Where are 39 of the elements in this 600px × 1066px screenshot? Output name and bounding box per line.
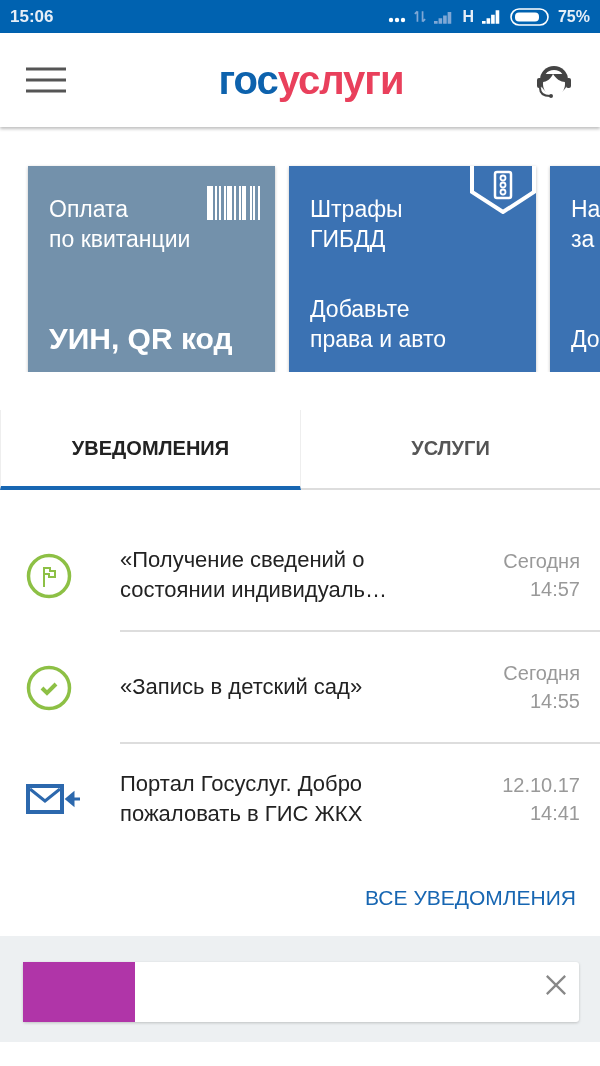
clock: 15:06 <box>10 6 54 27</box>
notification-item[interactable]: «Запись в детский сад» Сегодня 14:55 <box>0 632 600 744</box>
notification-date: Сегодня <box>503 661 580 686</box>
notification-text: Портал Госуслуг. Добро пожаловать в ГИС ЖКХ <box>120 770 364 828</box>
service-card[interactable]: Штрафы ГИБДД Добавьте права и авто <box>289 166 536 372</box>
data-arrows-icon <box>414 9 427 24</box>
notification-text: «Получение сведений о состоянии индивидуаль… <box>120 546 388 604</box>
tab[interactable]: УВЕДОМЛЕНИЯ <box>0 410 301 490</box>
notification-text: «Запись в детский сад» <box>120 673 364 701</box>
card-subtitle: УИН, QR код <box>49 324 233 354</box>
battery-percent: 75% <box>557 7 590 26</box>
service-card[interactable]: На за До <box>550 166 600 372</box>
card-subtitle: До <box>571 325 600 354</box>
battery-icon <box>509 7 550 26</box>
card-title: Оплата по квитанции <box>49 195 191 254</box>
notification-time: 14:55 <box>529 689 580 714</box>
all-notifications-link[interactable]: ВСЕ УВЕДОМЛЕНИЯ <box>365 886 576 910</box>
card-title: На за <box>571 195 600 254</box>
logo: госуслуги <box>218 57 404 103</box>
flag-circle-icon <box>26 553 72 599</box>
signal-icon <box>481 9 502 24</box>
card-subtitle: Добавьте права и авто <box>310 295 446 354</box>
network-type: H <box>462 7 474 26</box>
card-title: Штрафы ГИБДД <box>310 195 403 254</box>
notification-date: 12.10.17 <box>502 773 580 798</box>
barcode-icon <box>207 186 261 220</box>
tab[interactable]: УСЛУГИ <box>301 410 600 490</box>
notification-item[interactable]: «Получение сведений о состоянии индивидуаль… Сегодня 14:57 <box>0 520 600 632</box>
close-icon[interactable] <box>545 974 567 996</box>
notification-time: 14:57 <box>529 577 580 602</box>
incoming-mail-icon <box>26 784 80 814</box>
promo-card[interactable] <box>23 962 579 1022</box>
check-circle-icon <box>26 665 72 711</box>
traffic-light-badge-icon <box>470 166 536 214</box>
notification-time: 14:41 <box>529 801 580 826</box>
notification-date: Сегодня <box>503 549 580 574</box>
notification-item[interactable]: Портал Госуслуг. Добро пожаловать в ГИС ЖКХ 12.10.17 14:41 <box>0 744 600 854</box>
menu-icon[interactable] <box>26 67 66 93</box>
more-icon <box>388 16 407 23</box>
